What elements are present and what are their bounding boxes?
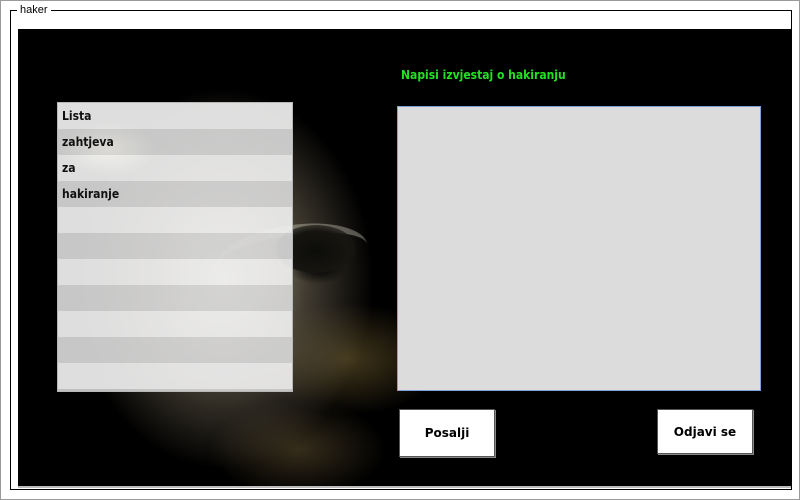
report-label: Napisi izvjestaj o hakiranju — [401, 68, 566, 82]
main-panel: Lista zahtjeva za hakiranje Napisi izvje… — [18, 29, 791, 488]
request-list[interactable]: Lista zahtjeva za hakiranje — [57, 102, 293, 392]
list-item[interactable] — [58, 337, 292, 363]
list-item[interactable]: za — [58, 155, 292, 181]
list-item[interactable]: Lista — [58, 103, 292, 129]
logout-button[interactable]: Odjavi se — [657, 409, 753, 454]
list-item[interactable]: hakiranje — [58, 181, 292, 207]
list-item[interactable] — [58, 259, 292, 285]
list-item[interactable] — [58, 311, 292, 337]
groupbox-title: haker — [17, 3, 51, 17]
report-textarea[interactable] — [397, 106, 761, 391]
list-item[interactable] — [58, 363, 292, 389]
list-item[interactable] — [58, 207, 292, 233]
list-item[interactable] — [58, 233, 292, 259]
list-item[interactable]: zahtjeva — [58, 129, 292, 155]
list-item[interactable] — [58, 285, 292, 311]
window-frame: haker Lista zahtjeva za hakiranje Napisi… — [0, 0, 800, 500]
send-button[interactable]: Posalji — [399, 409, 495, 457]
